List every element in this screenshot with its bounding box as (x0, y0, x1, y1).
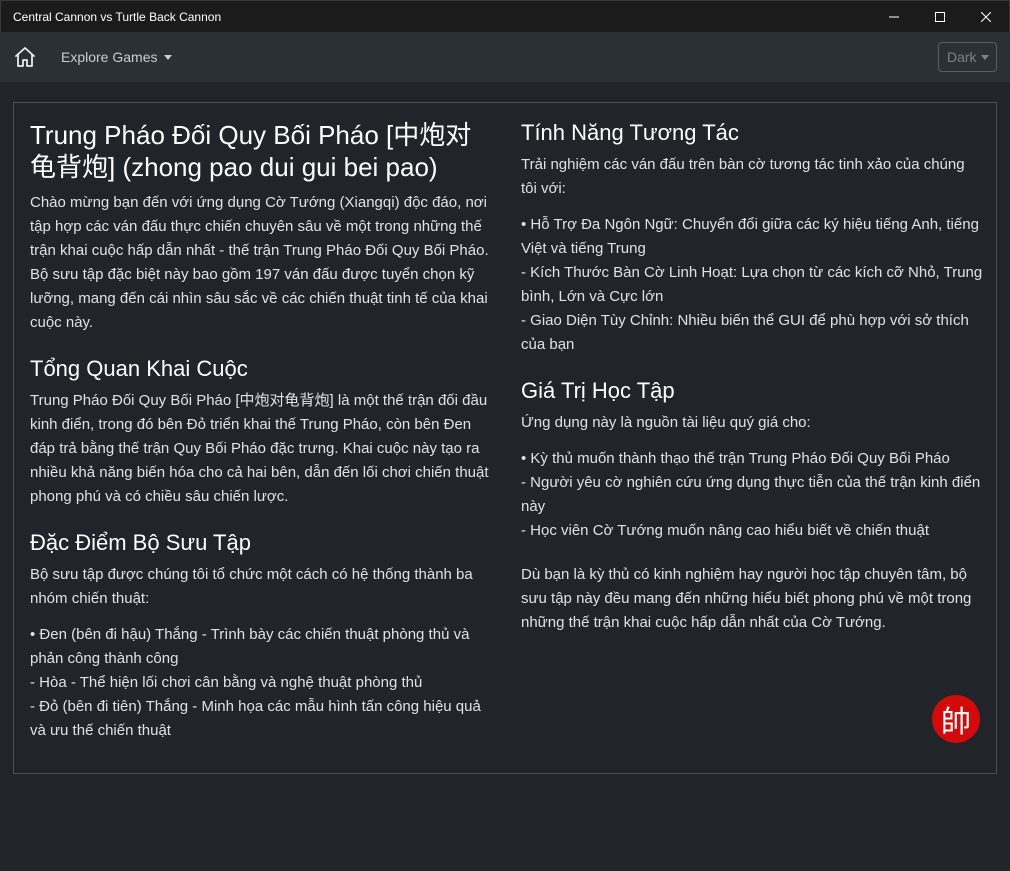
learning-value-paragraph: Ứng dụng này là nguồn tài liệu quý giá c… (521, 414, 811, 431)
list-item: • Kỳ thủ muốn thành thạo thế trận Trung … (521, 450, 950, 467)
navbar: Explore Games Dark (0, 32, 1010, 82)
collection-heading: Đặc Điểm Bộ Sưu Tập (30, 530, 251, 555)
theme-select[interactable]: Dark (938, 42, 997, 72)
features-heading: Tính Năng Tương Tác (521, 120, 739, 145)
closing-paragraph: Dù bạn là kỳ thủ có kinh nghiệm hay ngườ… (521, 566, 972, 631)
close-icon (981, 12, 991, 22)
minimize-icon (889, 16, 899, 18)
features-paragraph: Trải nghiệm các ván đấu trên bàn cờ tươn… (521, 156, 965, 197)
theme-select-value: Dark (947, 49, 977, 65)
overview-heading: Tổng Quan Khai Cuộc (30, 356, 248, 381)
home-button[interactable] (13, 45, 37, 69)
page-title: Trung Pháo Đối Quy Bối Pháo [中炮对龟背炮] (zh… (30, 120, 472, 182)
list-item: • Đen (bên đi hậu) Thắng - Trình bày các… (30, 626, 470, 667)
list-item: - Học viên Cờ Tướng muốn nâng cao hiểu b… (521, 522, 930, 539)
list-item: - Giao Diện Tùy Chỉnh: Nhiều biến thể GU… (521, 312, 969, 353)
list-item: - Kích Thước Bàn Cờ Linh Hoạt: Lựa chọn … (521, 264, 983, 305)
window-titlebar: Central Cannon vs Turtle Back Cannon (0, 0, 1010, 32)
window-title: Central Cannon vs Turtle Back Cannon (13, 10, 222, 24)
home-icon (15, 47, 35, 67)
features-list: • Hỗ Trợ Đa Ngôn Ngữ: Chuyển đổi giữa cá… (521, 213, 983, 357)
list-item: - Đỏ (bên đi tiên) Thắng - Minh họa các … (30, 698, 481, 739)
caret-down-icon (164, 55, 173, 60)
list-item: - Hòa - Thể hiện lối chơi cân bằng và ng… (30, 674, 423, 691)
explore-games-dropdown[interactable]: Explore Games (61, 49, 173, 65)
maximize-icon (935, 12, 945, 22)
general-piece-icon: 帥 (932, 695, 980, 743)
content-card: Trung Pháo Đối Quy Bối Pháo [中炮对龟背炮] (zh… (13, 102, 997, 774)
close-button[interactable] (963, 1, 1009, 33)
list-item: • Hỗ Trợ Đa Ngôn Ngữ: Chuyển đổi giữa cá… (521, 216, 979, 257)
learning-value-list: • Kỳ thủ muốn thành thạo thế trận Trung … (521, 447, 983, 543)
general-piece-glyph: 帥 (941, 705, 971, 740)
maximize-button[interactable] (917, 1, 963, 33)
learning-value-heading: Giá Trị Học Tập (521, 378, 675, 403)
overview-paragraph: Trung Pháo Đối Quy Bối Pháo [中炮对龟背炮] là … (30, 392, 489, 505)
collection-list: • Đen (bên đi hậu) Thắng - Trình bày các… (30, 623, 492, 743)
explore-games-label: Explore Games (61, 49, 158, 65)
caret-down-icon (980, 55, 989, 60)
list-item: - Người yêu cờ nghiên cứu ứng dụng thực … (521, 474, 981, 515)
right-column: Tính Năng Tương Tác Trải nghiệm các ván … (521, 103, 983, 635)
left-column: Trung Pháo Đối Quy Bối Pháo [中炮对龟背炮] (zh… (30, 103, 492, 743)
intro-paragraph: Chào mừng bạn đến với ứng dụng Cờ Tướng … (30, 194, 489, 331)
collection-paragraph: Bộ sưu tập được chúng tôi tổ chức một cá… (30, 566, 473, 607)
minimize-button[interactable] (871, 1, 917, 33)
